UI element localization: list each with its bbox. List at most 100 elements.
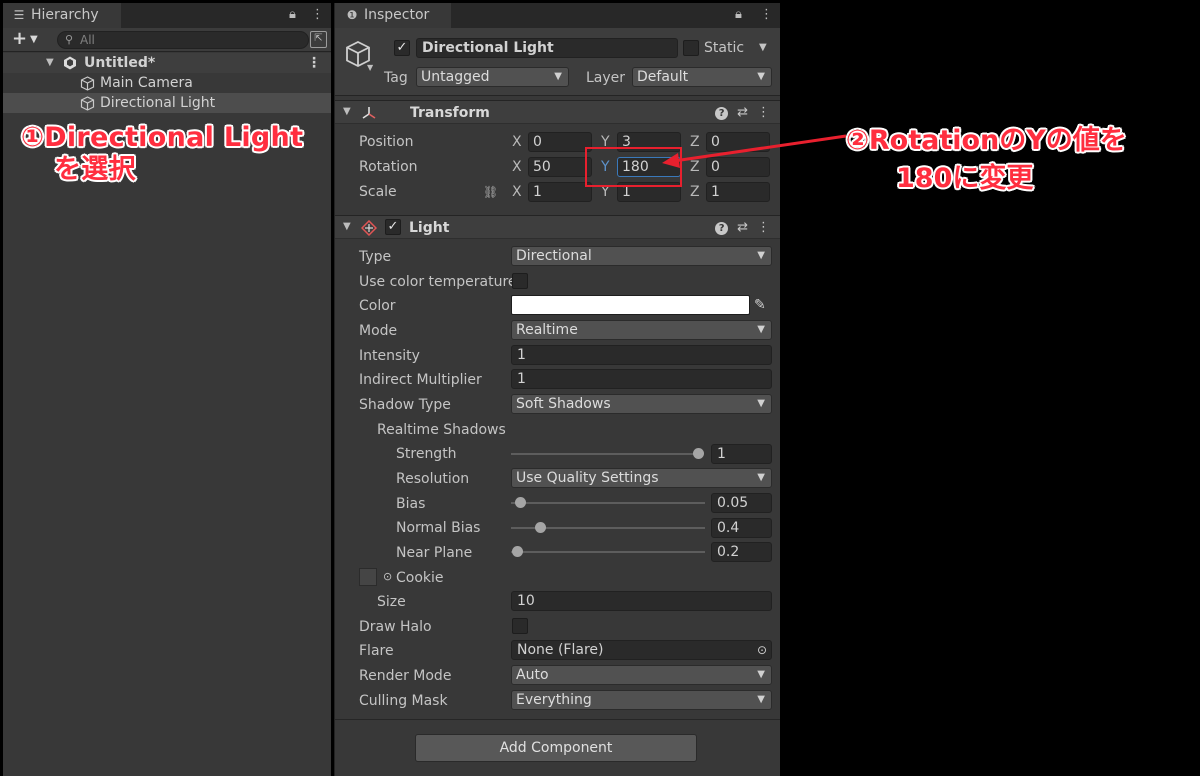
object-name-field[interactable]: Directional Light [416, 38, 678, 58]
tab-hierarchy[interactable]: ☰ Hierarchy [3, 3, 121, 28]
cookie-texture-slot[interactable] [359, 568, 377, 586]
scene-menu-kebab-icon[interactable]: ⋮ [307, 53, 321, 73]
strength-slider-thumb[interactable] [693, 448, 704, 459]
annotation-step-1: ①Directional Light を選択 [21, 122, 303, 186]
scale-x-field[interactable]: 1 [528, 182, 592, 202]
layer-value: Default [637, 69, 689, 85]
normal-bias-slider-thumb[interactable] [535, 522, 546, 533]
gameobject-cube-icon [80, 76, 95, 91]
presets-icon[interactable]: ⇄ [737, 105, 748, 120]
chevron-down-icon[interactable]: ▼ [30, 30, 38, 50]
scale-x-axis-label[interactable]: X [512, 182, 522, 202]
mode-dropdown[interactable]: Realtime ▼ [511, 320, 772, 340]
object-picker-icon[interactable]: ⊙ [383, 567, 392, 587]
presets-icon[interactable]: ⇄ [737, 220, 748, 235]
draw-halo-checkbox[interactable] [512, 618, 528, 634]
normal-bias-field[interactable]: 0.4 [711, 518, 772, 538]
active-checkbox[interactable]: ✓ [394, 40, 410, 56]
type-dropdown[interactable]: Directional ▼ [511, 246, 772, 266]
render-mode-label: Render Mode [359, 668, 452, 684]
static-dropdown-icon[interactable]: ▼ [759, 38, 767, 58]
flare-field[interactable]: None (Flare) ⊙ [511, 640, 772, 660]
position-label: Position [359, 134, 414, 150]
color-swatch[interactable] [511, 295, 750, 315]
tag-dropdown[interactable]: Untagged ▼ [416, 67, 569, 87]
lock-icon[interactable]: 🔒︎ [735, 7, 742, 22]
inspector-panel: ❶ Inspector 🔒︎ ⋮ ▼ ✓ Directional Light St… [334, 3, 780, 776]
layer-dropdown[interactable]: Default ▼ [632, 67, 772, 87]
near-plane-slider-thumb[interactable] [512, 546, 523, 557]
strength-label: Strength [396, 446, 457, 462]
search-input[interactable] [80, 32, 300, 48]
create-plus-button[interactable]: + [12, 29, 27, 49]
component-tools: ? ⇄ ⋮ [706, 218, 770, 238]
static-checkbox[interactable] [683, 40, 699, 56]
size-label: Size [377, 594, 406, 610]
fold-arrow-icon[interactable]: ▼ [343, 221, 351, 232]
strength-field[interactable]: 1 [711, 444, 772, 464]
annotation-step-2: ②RotationのYの値を 180に変更 [846, 122, 1127, 198]
rotation-x-axis-label[interactable]: X [512, 157, 522, 177]
size-field[interactable]: 10 [511, 591, 772, 611]
hierarchy-item-directional-light[interactable]: Directional Light [3, 93, 331, 113]
tab-menu-kebab-icon[interactable]: ⋮ [760, 7, 773, 22]
chevron-down-icon[interactable]: ▼ [367, 63, 373, 72]
position-x-axis-label[interactable]: X [512, 132, 522, 152]
indirect-multiplier-label: Indirect Multiplier [359, 372, 482, 388]
rotation-x-field[interactable]: 50 [528, 157, 592, 177]
tab-menu-kebab-icon[interactable]: ⋮ [311, 7, 324, 22]
constrain-proportions-link-icon[interactable]: ⛓ [483, 182, 498, 202]
fold-arrow-icon[interactable]: ▼ [46, 53, 54, 73]
component-menu-kebab-icon[interactable]: ⋮ [757, 220, 770, 235]
scene-row[interactable]: ▼ Untitled* ⋮ [3, 53, 331, 73]
scale-label: Scale [359, 184, 397, 200]
flare-value: None (Flare) [517, 642, 604, 658]
culling-mask-dropdown[interactable]: Everything ▼ [511, 690, 772, 710]
scene-visibility-icon[interactable]: ⇱ [310, 31, 327, 48]
fold-arrow-icon[interactable]: ▼ [343, 106, 351, 117]
indirect-multiplier-field[interactable]: 1 [511, 369, 772, 389]
annotation-step-1-line-2: を選択 [54, 154, 136, 185]
light-enabled-checkbox[interactable]: ✓ [385, 219, 401, 235]
hierarchy-item-main-camera[interactable]: Main Camera [3, 73, 331, 93]
help-icon[interactable]: ? [715, 222, 729, 235]
transform-header[interactable]: ▼ Transform ? ⇄ ⋮ [335, 100, 780, 124]
tab-inspector[interactable]: ❶ Inspector [335, 3, 451, 28]
draw-halo-label: Draw Halo [359, 619, 432, 635]
resolution-dropdown[interactable]: Use Quality Settings ▼ [511, 468, 772, 488]
chevron-down-icon: ▼ [757, 71, 765, 82]
hierarchy-search[interactable]: ⚲ [57, 31, 309, 49]
mode-value: Realtime [516, 322, 578, 338]
light-header[interactable]: ▼ ✓ Light ? ⇄ ⋮ [335, 215, 780, 239]
inspector-tab-bar: ❶ Inspector 🔒︎ ⋮ [335, 3, 780, 28]
chevron-down-icon: ▼ [757, 398, 765, 409]
near-plane-field[interactable]: 0.2 [711, 542, 772, 562]
shadow-type-dropdown[interactable]: Soft Shadows ▼ [511, 394, 772, 414]
near-plane-slider-track[interactable] [511, 551, 705, 553]
shadow-type-value: Soft Shadows [516, 396, 611, 412]
bias-slider-thumb[interactable] [515, 497, 526, 508]
component-menu-kebab-icon[interactable]: ⋮ [757, 105, 770, 120]
bias-field[interactable]: 0.05 [711, 493, 772, 513]
eyedropper-icon[interactable]: ✎ [754, 295, 766, 315]
list-icon: ☰ [13, 8, 25, 22]
add-component-button[interactable]: Add Component [415, 734, 697, 762]
intensity-field[interactable]: 1 [511, 345, 772, 365]
color-temperature-label: Use color temperature [359, 274, 517, 290]
tag-label: Tag [384, 70, 408, 86]
type-value: Directional [516, 248, 592, 264]
color-temperature-checkbox[interactable] [512, 273, 528, 289]
gameobject-cube-icon [80, 96, 95, 111]
layer-label: Layer [586, 70, 626, 86]
scale-z-axis-label[interactable]: Z [690, 182, 700, 202]
bias-slider-track[interactable] [511, 502, 705, 504]
strength-slider-track[interactable] [511, 453, 698, 455]
chevron-down-icon: ▼ [757, 472, 765, 483]
help-icon[interactable]: ? [715, 107, 729, 120]
object-picker-icon[interactable]: ⊙ [757, 641, 767, 659]
annotation-step-1-line-1: ①Directional Light [21, 122, 304, 153]
scale-z-field[interactable]: 1 [706, 182, 770, 202]
lock-icon[interactable]: 🔒︎ [289, 7, 296, 22]
render-mode-dropdown[interactable]: Auto ▼ [511, 665, 772, 685]
position-x-field[interactable]: 0 [528, 132, 592, 152]
